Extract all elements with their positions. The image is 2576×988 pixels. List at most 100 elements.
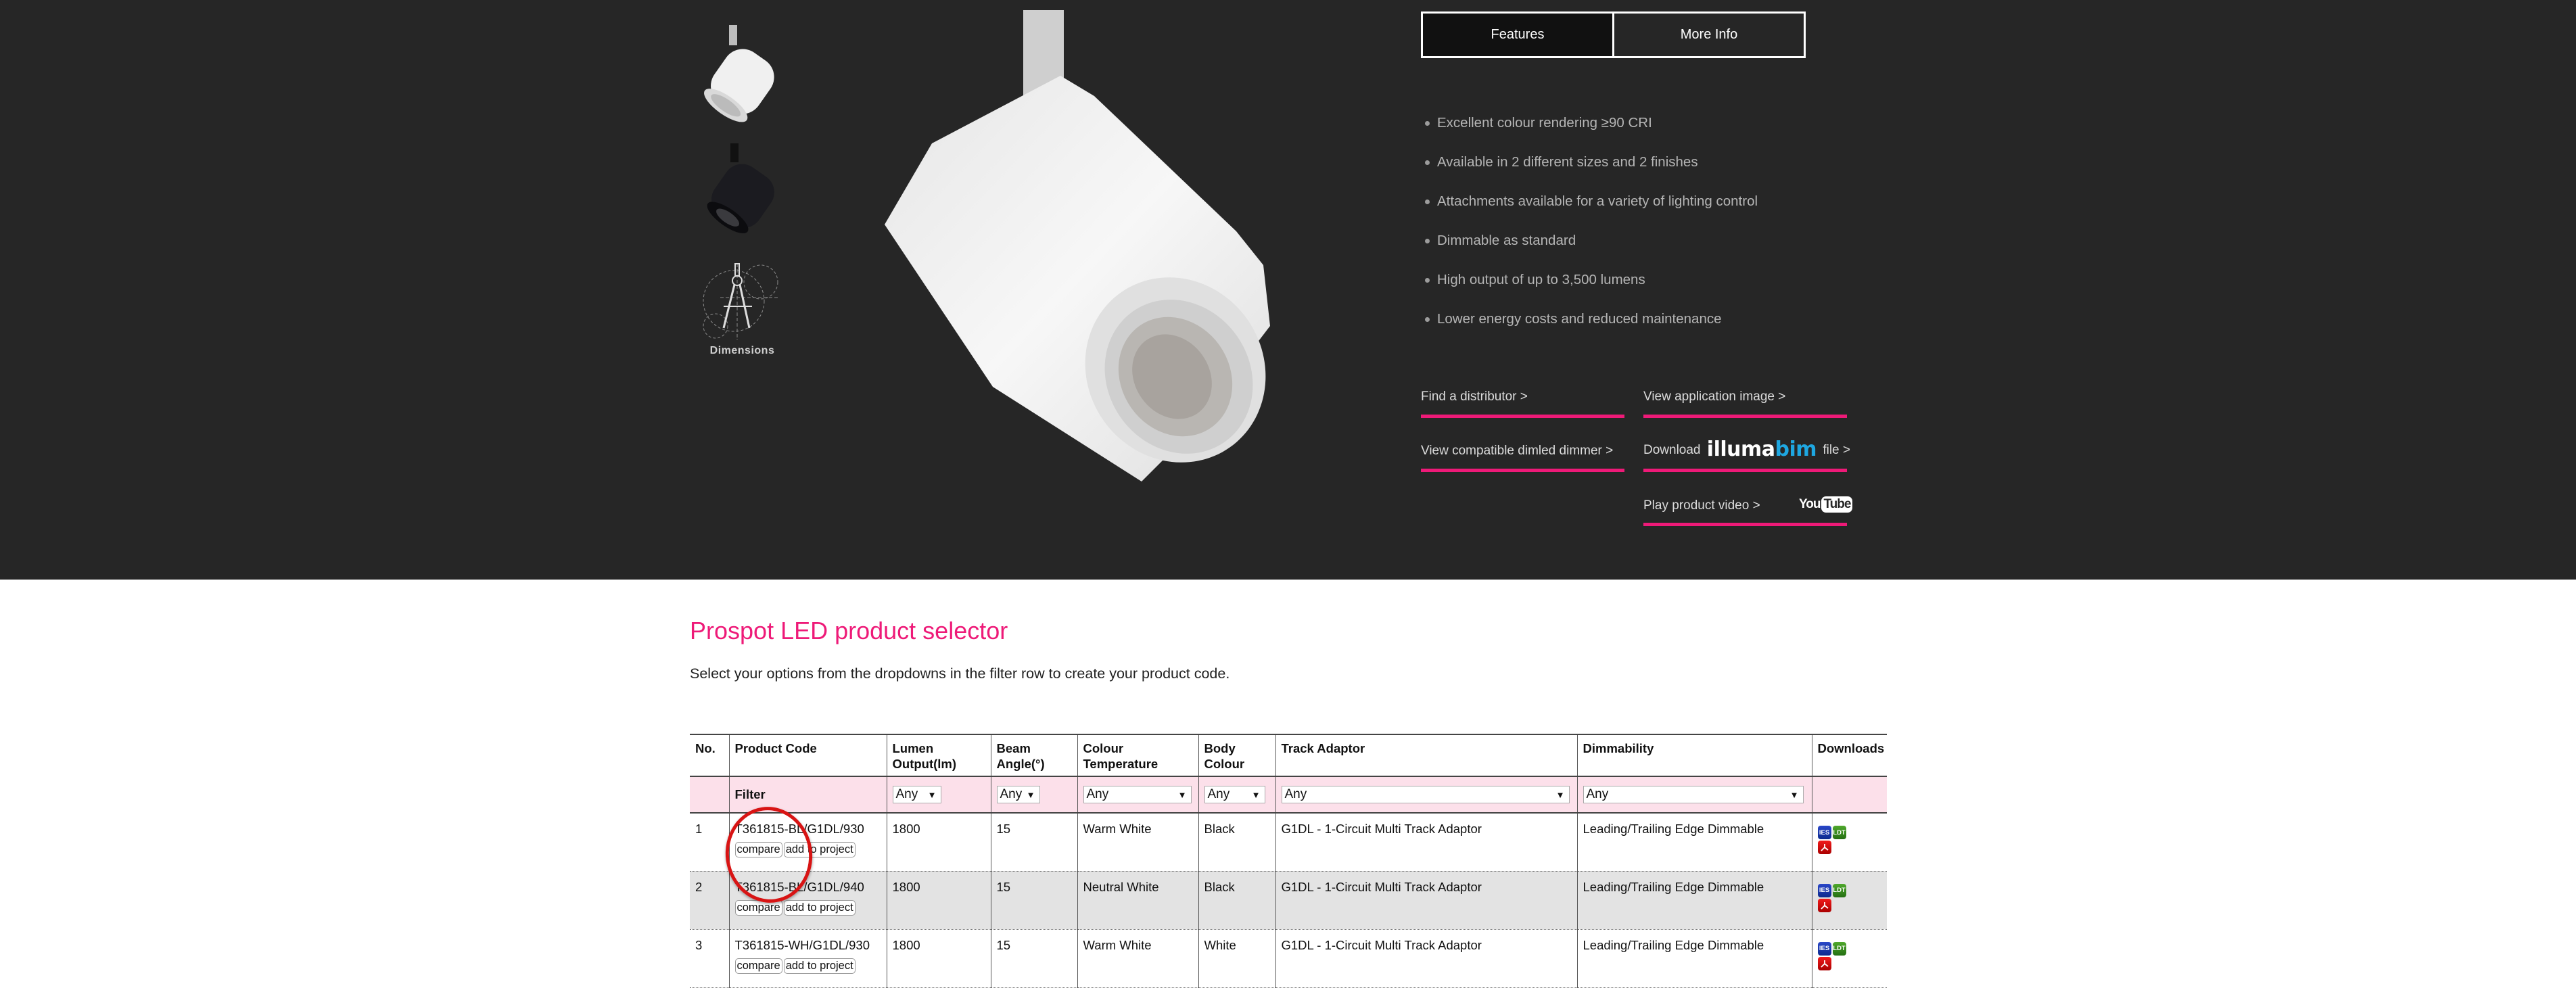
column-header-product-code: Product Code bbox=[728, 734, 887, 777]
colour-temperature-cell: Neutral White bbox=[1077, 871, 1199, 930]
illumabim-logo-bim: bim bbox=[1775, 438, 1817, 461]
view-compatible-dimmer-underline bbox=[1421, 469, 1624, 472]
filter-no-cell bbox=[690, 776, 730, 814]
body-colour-cell: White bbox=[1198, 929, 1276, 988]
column-header-dimmability: Dimmability bbox=[1576, 734, 1812, 777]
youtube-logo-tube: Tube bbox=[1821, 496, 1853, 513]
tab-features[interactable]: Features bbox=[1423, 14, 1614, 56]
column-header-lumen-output: Lumen Output(lm) bbox=[886, 734, 991, 777]
file-label: file > bbox=[1823, 443, 1850, 457]
beam-angle-dropdown[interactable]: Any ▼ bbox=[996, 786, 1040, 803]
compass-drawing-icon bbox=[703, 263, 778, 340]
colour-temperature-cell: Warm White bbox=[1077, 813, 1199, 872]
tab-more-info[interactable]: More Info bbox=[1614, 14, 1804, 56]
add-to-project-button[interactable]: add to project bbox=[783, 842, 856, 857]
ldt-download-icon[interactable]: LDT bbox=[1832, 826, 1846, 839]
track-adaptor-cell: G1DL - 1-Circuit Multi Track Adaptor bbox=[1275, 871, 1578, 930]
white-spotlight-thumbnail-image bbox=[704, 25, 774, 122]
beam-angle-cell: 15 bbox=[990, 929, 1078, 988]
table-row: 3 T361815-WH/G1DL/930 compare add to proj… bbox=[690, 929, 1887, 988]
body-colour-dropdown[interactable]: Any ▼ bbox=[1204, 786, 1265, 803]
filter-label: Filter bbox=[728, 776, 887, 814]
ldt-download-icon[interactable]: LDT bbox=[1832, 941, 1846, 956]
product-code-cell: T361815-WH/G1DL/930 compare add to projec… bbox=[728, 929, 887, 988]
thumbnail-black-finish[interactable] bbox=[697, 142, 788, 237]
column-header-no: No. bbox=[690, 734, 730, 777]
lumen-output-cell: 1800 bbox=[886, 871, 991, 930]
feature-item: Excellent colour rendering ≥90 CRI bbox=[1421, 108, 1758, 147]
compare-button[interactable]: compare bbox=[734, 958, 782, 974]
beam-angle-dropdown-value: Any bbox=[1000, 787, 1023, 801]
thumbnail-white-finish[interactable] bbox=[697, 24, 788, 125]
column-header-colour-temperature: Colour Temperature bbox=[1077, 734, 1199, 777]
product-selector-table: No. Product Code Lumen Output(lm) Beam A… bbox=[690, 734, 1887, 988]
dropdown-arrow-icon: ▼ bbox=[1026, 789, 1035, 800]
compare-button[interactable]: compare bbox=[734, 899, 782, 916]
thumbnail-dimensions[interactable] bbox=[697, 260, 788, 345]
youtube-logo-you: You bbox=[1799, 497, 1821, 511]
feature-item: Lower energy costs and reduced maintenan… bbox=[1421, 304, 1758, 344]
view-application-image-link[interactable]: View application image > bbox=[1643, 387, 1785, 407]
dropdown-arrow-icon: ▼ bbox=[927, 789, 937, 800]
view-compatible-dimmer-link[interactable]: View compatible dimled dimmer > bbox=[1421, 441, 1613, 461]
download-illumabim-link[interactable]: Download illumabim file > bbox=[1643, 440, 1850, 460]
track-adaptor-cell: G1DL - 1-Circuit Multi Track Adaptor bbox=[1275, 929, 1578, 988]
column-header-body-colour: Body Colour bbox=[1198, 734, 1276, 777]
dropdown-arrow-icon: ▼ bbox=[1177, 789, 1187, 800]
dimmability-cell: Leading/Trailing Edge Dimmable bbox=[1576, 929, 1812, 988]
compare-button[interactable]: compare bbox=[734, 842, 782, 857]
product-hero-section bbox=[0, 0, 2576, 580]
illumabim-logo-illuma: illuma bbox=[1706, 438, 1775, 461]
features-list: Excellent colour rendering ≥90 CRI Avail… bbox=[1421, 108, 1758, 344]
colour-temperature-cell: Warm White bbox=[1077, 929, 1199, 988]
body-colour-cell: Black bbox=[1198, 871, 1276, 930]
row-number: 2 bbox=[690, 871, 730, 930]
product-code-cell: T361815-BL/G1DL/930 compare add to projec… bbox=[728, 813, 887, 872]
body-colour-cell: Black bbox=[1198, 813, 1276, 872]
dimensions-label: Dimensions bbox=[709, 345, 775, 356]
track-adaptor-dropdown[interactable]: Any ▼ bbox=[1281, 786, 1570, 803]
ldt-download-icon[interactable]: LDT bbox=[1832, 883, 1846, 897]
dimmability-dropdown-value: Any bbox=[1586, 787, 1609, 801]
beam-angle-cell: 15 bbox=[990, 871, 1078, 930]
youtube-logo-icon[interactable]: You Tube bbox=[1799, 496, 1853, 513]
feature-item: High output of up to 3,500 lumens bbox=[1421, 265, 1758, 304]
ies-download-icon[interactable]: IES bbox=[1817, 941, 1831, 956]
pdf-download-icon[interactable] bbox=[1817, 841, 1831, 854]
selector-instructions: Select your options from the dropdowns i… bbox=[690, 665, 1230, 682]
feature-item: Available in 2 different sizes and 2 fin… bbox=[1421, 147, 1758, 187]
dimmability-dropdown[interactable]: Any ▼ bbox=[1583, 786, 1804, 803]
table-row: 2 T361815-BL/G1DL/940 compare add to proj… bbox=[690, 871, 1887, 930]
table-row: 1 T361815-BL/G1DL/930 compare add to proj… bbox=[690, 813, 1887, 872]
play-product-video-link[interactable]: Play product video > bbox=[1643, 496, 1760, 516]
dimmability-cell: Leading/Trailing Edge Dimmable bbox=[1576, 813, 1812, 872]
pdf-download-icon[interactable] bbox=[1817, 956, 1831, 970]
product-code-cell: T361815-BL/G1DL/940 compare add to projec… bbox=[728, 871, 887, 930]
colour-temperature-dropdown[interactable]: Any ▼ bbox=[1083, 786, 1192, 803]
ies-download-icon[interactable]: IES bbox=[1817, 883, 1831, 897]
track-adaptor-dropdown-value: Any bbox=[1284, 787, 1307, 801]
ies-download-icon[interactable]: IES bbox=[1817, 826, 1831, 839]
row-number: 3 bbox=[690, 929, 730, 988]
filter-track-adaptor-cell: Any ▼ bbox=[1275, 776, 1578, 814]
lumen-output-cell: 1800 bbox=[886, 929, 991, 988]
lumen-output-dropdown-value: Any bbox=[895, 787, 918, 801]
info-tabs: Features More Info bbox=[1421, 11, 1806, 58]
selector-title: Prospot LED product selector bbox=[690, 617, 1008, 644]
lumen-output-dropdown[interactable]: Any ▼ bbox=[892, 786, 941, 803]
dimmability-cell: Leading/Trailing Edge Dimmable bbox=[1576, 871, 1812, 930]
dropdown-arrow-icon: ▼ bbox=[1789, 789, 1799, 800]
find-distributor-link[interactable]: Find a distributor > bbox=[1421, 387, 1528, 407]
filter-colour-temp-cell: Any ▼ bbox=[1077, 776, 1199, 814]
add-to-project-button[interactable]: add to project bbox=[783, 899, 856, 916]
filter-lumen-cell: Any ▼ bbox=[886, 776, 991, 814]
dropdown-arrow-icon: ▼ bbox=[1251, 789, 1261, 800]
column-header-downloads: Downloads bbox=[1811, 734, 1887, 777]
column-header-beam-angle: Beam Angle(°) bbox=[990, 734, 1078, 777]
main-product-image bbox=[885, 10, 1270, 481]
download-illumabim-underline bbox=[1643, 469, 1847, 472]
pdf-download-icon[interactable] bbox=[1817, 898, 1831, 912]
filter-row: Filter Any ▼ Any ▼ Any ▼ Any ▼ Any ▼ Any ▼ bbox=[690, 776, 1887, 814]
add-to-project-button[interactable]: add to project bbox=[783, 958, 856, 974]
product-code: T361815-BL/G1DL/930 bbox=[734, 822, 864, 836]
